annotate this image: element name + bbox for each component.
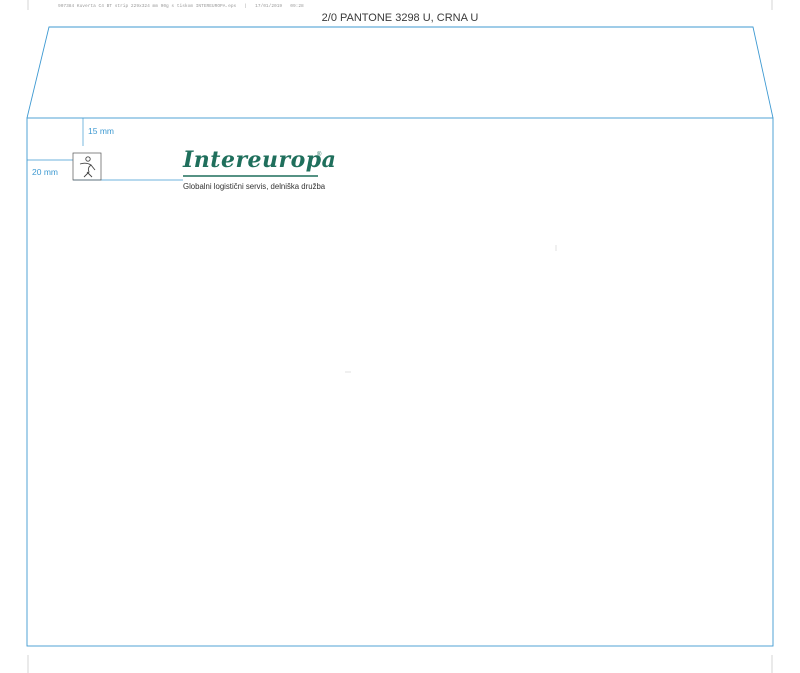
top-margin-label: 15 mm xyxy=(88,126,114,136)
envelope-body xyxy=(26,117,774,647)
envelope-flap xyxy=(26,26,774,119)
figure-emblem-glyph xyxy=(79,156,96,178)
registered-mark: ® xyxy=(317,152,322,158)
left-margin-label: 20 mm xyxy=(32,167,58,177)
brand-logo-text: Intereuropa xyxy=(183,147,337,173)
brand-tagline: Globalni logistični servis, delniška dru… xyxy=(183,182,326,191)
envelope-dieline xyxy=(26,0,774,673)
